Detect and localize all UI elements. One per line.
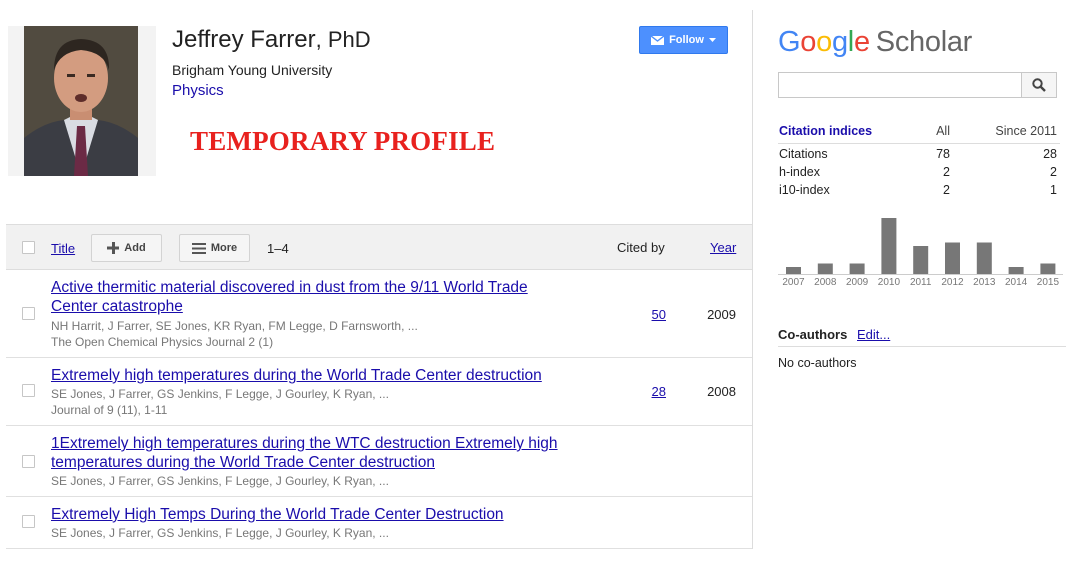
table-row: 1Extremely high temperatures during the … xyxy=(6,426,752,497)
article-authors: SE Jones, J Farrer, GS Jenkins, F Legge,… xyxy=(51,474,389,488)
chart-bar-2009[interactable] xyxy=(849,263,865,275)
article-venue: The Open Chemical Physics Journal 2 (1) xyxy=(51,335,274,349)
chart-bar-2012[interactable] xyxy=(945,242,960,275)
follow-button[interactable]: Follow xyxy=(639,26,728,54)
article-venue: Journal of 9 (11), 1-11 xyxy=(51,403,168,417)
coauthors-edit-link[interactable]: Edit... xyxy=(857,327,890,342)
search-icon xyxy=(1032,78,1046,92)
metric-label: Citations xyxy=(779,147,828,161)
google-scholar-logo[interactable]: Google Scholar xyxy=(778,26,972,59)
cited-by-count[interactable]: 50 xyxy=(626,307,666,322)
citations-per-year-chart: 2007 2008 2009 2010 2011 2012 2013 2014 2015 xyxy=(778,218,1063,288)
more-button[interactable]: More xyxy=(179,234,250,262)
table-row: Extremely High Temps During the World Tr… xyxy=(6,497,752,549)
chart-bar-2010[interactable] xyxy=(881,218,897,274)
table-row: Extremely high temperatures during the W… xyxy=(6,358,752,426)
sort-by-year[interactable]: Year xyxy=(710,240,736,255)
h-index-row: h-index 2 2 xyxy=(778,165,1060,183)
chart-bar-2015[interactable] xyxy=(1040,263,1056,275)
chart-bar-2013[interactable] xyxy=(976,242,992,275)
add-button[interactable]: Add xyxy=(91,234,162,262)
chart-x-tick-label: 2010 xyxy=(878,277,901,288)
select-all-checkbox[interactable] xyxy=(22,241,35,254)
col-since-header: Since 2011 xyxy=(995,124,1057,138)
article-authors: SE Jones, J Farrer, GS Jenkins, F Legge,… xyxy=(51,387,389,401)
article-title-link[interactable]: Extremely high temperatures during the W… xyxy=(51,366,611,385)
article-authors: SE Jones, J Farrer, GS Jenkins, F Legge,… xyxy=(51,526,389,540)
row-checkbox[interactable] xyxy=(22,515,35,528)
menu-icon xyxy=(191,242,206,254)
chart-x-tick-label: 2007 xyxy=(782,277,805,288)
table-header: Title Add More 1–4 Cited by Year xyxy=(6,224,752,270)
chart-x-tick-label: 2012 xyxy=(941,277,964,288)
follow-label: Follow xyxy=(669,34,704,46)
metric-since: 2 xyxy=(1050,165,1057,179)
cited-by-count[interactable]: 28 xyxy=(626,384,666,399)
chart-x-tick-label: 2008 xyxy=(814,277,837,288)
metric-all: 78 xyxy=(936,147,950,161)
chart-bar-2011[interactable] xyxy=(913,246,929,274)
add-label: Add xyxy=(124,242,146,254)
search-button[interactable] xyxy=(1021,72,1057,98)
metric-all: 2 xyxy=(943,165,950,179)
profile-field-link[interactable]: Physics xyxy=(172,82,224,99)
metric-label: i10-index xyxy=(779,183,830,197)
coauthors-heading: Co-authors xyxy=(778,327,848,342)
column-divider xyxy=(752,10,753,549)
chart-x-tick-label: 2014 xyxy=(1005,277,1028,288)
profile-affiliation: Brigham Young University xyxy=(172,62,333,78)
chart-bar-2014[interactable] xyxy=(1008,267,1024,274)
table-row: Active thermitic material discovered in … xyxy=(6,270,752,358)
chart-x-tick-label: 2011 xyxy=(910,277,932,288)
row-checkbox[interactable] xyxy=(22,307,35,320)
article-title-link[interactable]: Extremely High Temps During the World Tr… xyxy=(51,505,611,524)
profile-name: Jeffrey Farrer, PhD xyxy=(172,26,371,54)
chart-x-tick-label: 2015 xyxy=(1037,277,1060,288)
no-coauthors-text: No co-authors xyxy=(778,356,857,370)
article-title-link[interactable]: Active thermitic material discovered in … xyxy=(51,278,571,316)
search-input[interactable] xyxy=(778,72,1022,98)
row-checkbox[interactable] xyxy=(22,455,35,468)
envelope-icon xyxy=(651,35,665,45)
plus-icon xyxy=(107,242,120,254)
metric-all: 2 xyxy=(943,183,950,197)
metric-label: h-index xyxy=(779,165,820,179)
i10-index-row: i10-index 2 1 xyxy=(778,183,1060,201)
chart-bar-2007[interactable] xyxy=(786,267,801,274)
article-authors: NH Harrit, J Farrer, SE Jones, KR Ryan, … xyxy=(51,319,418,333)
profile-name-suffix: , PhD xyxy=(315,27,371,52)
chart-bar-2008[interactable] xyxy=(817,263,833,275)
chart-x-tick-label: 2013 xyxy=(973,277,996,288)
row-checkbox[interactable] xyxy=(22,384,35,397)
article-title-link[interactable]: 1Extremely high temperatures during the … xyxy=(51,434,576,472)
col-all-header: All xyxy=(936,124,950,138)
metric-since: 1 xyxy=(1050,183,1057,197)
cited-by-header: Cited by xyxy=(617,240,665,255)
article-year: 2008 xyxy=(707,384,736,399)
temporary-profile-banner: TEMPORARY PROFILE xyxy=(190,126,496,156)
citation-indices-table: Citation indices All Since 2011 Citation… xyxy=(778,124,1060,201)
article-year: 2009 xyxy=(707,307,736,322)
citation-indices-header: Citation indices All Since 2011 xyxy=(778,124,1060,144)
profile-name-text: Jeffrey Farrer xyxy=(172,26,316,53)
divider xyxy=(778,346,1066,347)
results-range: 1–4 xyxy=(267,241,289,256)
sort-by-title[interactable]: Title xyxy=(51,241,75,256)
chart-x-tick-label: 2009 xyxy=(846,277,869,288)
citations-row: Citations 78 28 xyxy=(778,147,1060,165)
caret-down-icon xyxy=(708,38,716,42)
citation-indices-title: Citation indices xyxy=(779,124,873,138)
metric-since: 28 xyxy=(1043,147,1057,161)
profile-photo xyxy=(8,26,156,176)
more-label: More xyxy=(210,242,238,254)
logo-scholar-text: Scholar xyxy=(875,26,973,58)
